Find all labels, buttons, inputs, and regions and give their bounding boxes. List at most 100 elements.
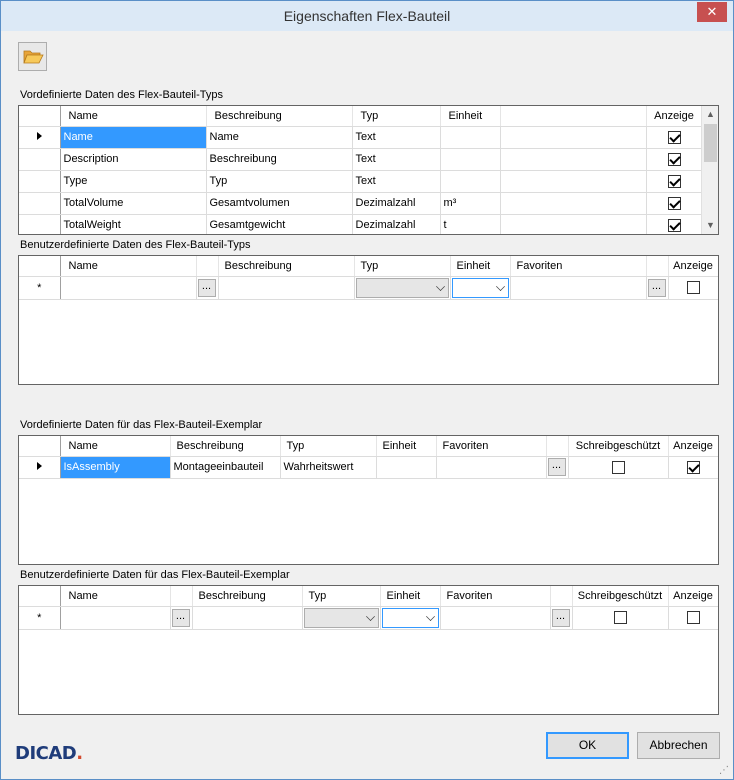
cell-typ[interactable]: Text (352, 148, 441, 171)
scroll-down-icon[interactable]: ▼ (702, 217, 718, 234)
row-selector[interactable] (19, 456, 61, 479)
cell-einheit[interactable]: t (440, 214, 501, 234)
cell-beschreibung[interactable]: Gesamtvolumen (206, 192, 353, 215)
col-header-name[interactable]: Name (60, 256, 197, 277)
table-row[interactable]: Description Beschreibung Text (19, 148, 703, 171)
cell-einheit[interactable] (440, 148, 501, 171)
cell-blank[interactable] (500, 170, 647, 193)
row-selector[interactable] (19, 192, 61, 215)
cell-name[interactable]: Description (60, 148, 207, 171)
table-row[interactable]: Name Name Text (19, 126, 703, 149)
col-header-name[interactable]: Name (60, 586, 171, 607)
einheit-dropdown[interactable] (381, 607, 439, 628)
scroll-thumb[interactable] (704, 124, 717, 162)
cell-name[interactable] (60, 276, 197, 300)
col-header-beschreibung[interactable]: Beschreibung (218, 256, 355, 277)
cell-einheit[interactable] (440, 170, 501, 193)
col-header-anzeige[interactable]: Anzeige (668, 586, 718, 607)
cell-anzeige[interactable] (668, 456, 718, 479)
anzeige-checkbox[interactable] (686, 281, 700, 294)
col-header-name[interactable]: Name (60, 436, 171, 457)
anzeige-checkbox[interactable] (667, 174, 681, 188)
cell-schreibgeschuetzt[interactable] (572, 606, 669, 630)
cell-typ[interactable]: Text (352, 126, 441, 149)
cell-typ[interactable]: Dezimalzahl (352, 214, 441, 234)
cell-favoriten[interactable] (436, 456, 547, 479)
ellipsis-button[interactable]: ... (647, 278, 666, 297)
scroll-up-icon[interactable]: ▲ (702, 106, 718, 123)
cell-name[interactable] (60, 606, 171, 630)
col-header-einheit[interactable]: Einheit (376, 436, 437, 457)
cell-name[interactable]: TotalVolume (60, 192, 207, 215)
cell-favoriten[interactable] (440, 606, 551, 630)
row-selector[interactable] (19, 126, 61, 149)
cell-einheit[interactable] (440, 126, 501, 149)
cancel-button[interactable]: Abbrechen (637, 732, 720, 759)
col-header-typ[interactable]: Typ (280, 436, 377, 457)
row-selector[interactable] (19, 170, 61, 193)
cell-name-ellipsis[interactable]: ... (170, 606, 193, 630)
col-header-einheit[interactable]: Einheit (450, 256, 511, 277)
ellipsis-button[interactable]: ... (171, 608, 190, 627)
close-button[interactable]: ✕ (697, 2, 727, 22)
col-header-beschreibung[interactable]: Beschreibung (170, 436, 281, 457)
anzeige-checkbox[interactable] (686, 611, 700, 624)
col-header-anzeige[interactable]: Anzeige (646, 106, 703, 127)
open-folder-button[interactable] (18, 42, 47, 71)
predefined-instance-grid[interactable]: Name Beschreibung Typ Einheit Favoriten … (18, 435, 719, 565)
cell-beschreibung[interactable]: Montageeinbauteil (170, 456, 281, 479)
einheit-dropdown[interactable] (451, 277, 509, 298)
cell-beschreibung[interactable]: Name (206, 126, 353, 149)
table-row[interactable]: TotalVolume Gesamtvolumen Dezimalzahl m³ (19, 192, 703, 215)
anzeige-checkbox[interactable] (667, 152, 681, 166)
cell-blank[interactable] (500, 214, 647, 234)
cell-blank[interactable] (500, 148, 647, 171)
titlebar[interactable]: Eigenschaften Flex-Bauteil ✕ (1, 1, 733, 31)
new-row[interactable]: * ... ... (19, 276, 718, 300)
cell-favoriten-ellipsis[interactable]: ... (646, 276, 669, 300)
cell-beschreibung[interactable] (218, 276, 355, 300)
cell-favoriten[interactable] (510, 276, 647, 300)
anzeige-checkbox[interactable] (667, 218, 681, 232)
cell-name-ellipsis[interactable]: ... (196, 276, 219, 300)
col-header-typ[interactable]: Typ (354, 256, 451, 277)
col-header-typ[interactable]: Typ (302, 586, 381, 607)
row-selector[interactable] (19, 148, 61, 171)
anzeige-checkbox[interactable] (686, 460, 700, 474)
cell-typ[interactable]: Text (352, 170, 441, 193)
vertical-scrollbar[interactable]: ▲ ▼ (701, 106, 718, 234)
cell-anzeige[interactable] (668, 276, 718, 300)
cell-name[interactable]: Name (60, 126, 207, 149)
col-header-anzeige[interactable]: Anzeige (668, 436, 718, 457)
col-header-einheit[interactable]: Einheit (380, 586, 441, 607)
cell-anzeige[interactable] (646, 192, 703, 215)
cell-einheit[interactable]: m³ (440, 192, 501, 215)
cell-typ[interactable]: Dezimalzahl (352, 192, 441, 215)
cell-anzeige[interactable] (646, 170, 703, 193)
cell-typ[interactable] (354, 276, 451, 300)
cell-anzeige[interactable] (646, 126, 703, 149)
anzeige-checkbox[interactable] (667, 196, 681, 210)
col-header-schreibgeschuetzt[interactable]: Schreibgeschützt (572, 586, 669, 607)
cell-name[interactable]: IsAssembly (60, 456, 171, 479)
cell-einheit[interactable] (376, 456, 437, 479)
ellipsis-button[interactable]: ... (547, 458, 566, 476)
col-header-beschreibung[interactable]: Beschreibung (192, 586, 303, 607)
col-header-favoriten[interactable]: Favoriten (436, 436, 547, 457)
cell-beschreibung[interactable]: Gesamtgewicht (206, 214, 353, 234)
cell-beschreibung[interactable] (192, 606, 303, 630)
cell-einheit[interactable] (450, 276, 511, 300)
table-row[interactable]: IsAssembly Montageeinbauteil Wahrheitswe… (19, 456, 718, 479)
schreibgeschuetzt-checkbox[interactable] (613, 611, 627, 624)
anzeige-checkbox[interactable] (667, 130, 681, 144)
col-header-einheit[interactable]: Einheit (440, 106, 501, 127)
typ-dropdown[interactable] (355, 277, 449, 298)
cell-anzeige[interactable] (668, 606, 718, 630)
custom-instance-grid[interactable]: Name Beschreibung Typ Einheit Favoriten … (18, 585, 719, 715)
col-header-beschreibung[interactable]: Beschreibung (206, 106, 353, 127)
custom-type-grid[interactable]: Name Beschreibung Typ Einheit Favoriten … (18, 255, 719, 385)
cell-favoriten-ellipsis[interactable]: ... (546, 456, 569, 479)
typ-dropdown[interactable] (303, 607, 379, 628)
table-row[interactable]: TotalWeight Gesamtgewicht Dezimalzahl t (19, 214, 703, 234)
cell-anzeige[interactable] (646, 214, 703, 234)
